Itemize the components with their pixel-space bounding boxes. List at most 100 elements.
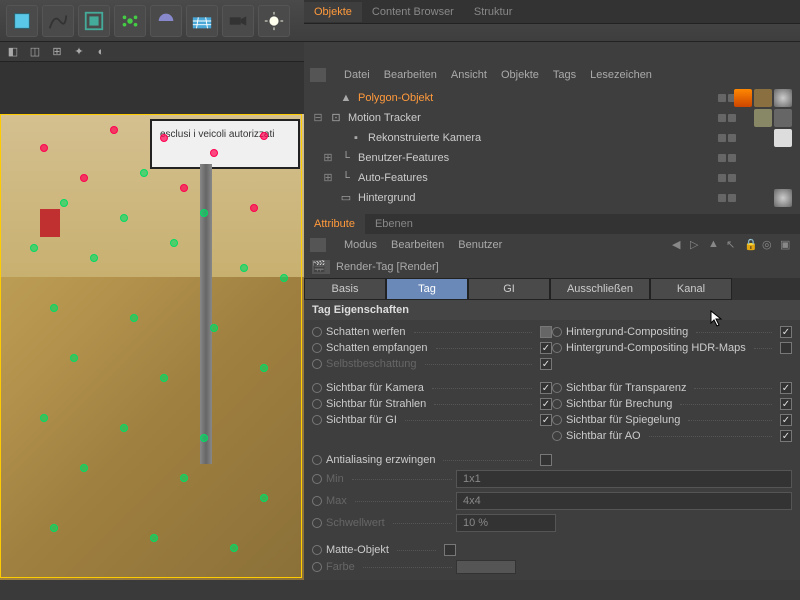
checkbox[interactable] <box>780 414 792 426</box>
view-icon[interactable]: ✦ <box>72 45 86 59</box>
lock-icon[interactable]: 🔒 <box>744 238 758 252</box>
tab-attribute[interactable]: Attribute <box>304 214 365 234</box>
expand-icon[interactable]: ⊞ <box>322 171 334 184</box>
checkbox[interactable] <box>540 454 552 466</box>
tag-icon[interactable] <box>774 109 792 127</box>
tag-icon[interactable] <box>774 89 792 107</box>
hierarchy-label[interactable]: Auto-Features <box>358 172 428 184</box>
menu-datei[interactable]: Datei <box>344 69 370 81</box>
tab-struktur[interactable]: Struktur <box>464 2 523 22</box>
menu-tags[interactable]: Tags <box>553 69 576 81</box>
hierarchy-item[interactable]: ⊟ ⊡ Motion Tracker <box>304 108 800 128</box>
checkbox[interactable] <box>444 544 456 556</box>
hierarchy-item[interactable]: ▭ Hintergrund <box>304 188 800 208</box>
nav-back-icon[interactable]: ◀ <box>672 238 686 252</box>
view-icon[interactable]: ◐ <box>94 45 108 59</box>
nav-fwd-icon[interactable]: ▷ <box>690 238 704 252</box>
menu-objekte[interactable]: Objekte <box>501 69 539 81</box>
radio-icon[interactable] <box>312 383 322 393</box>
hierarchy-label[interactable]: Motion Tracker <box>348 112 421 124</box>
radio-icon[interactable] <box>312 359 322 369</box>
radio-icon[interactable] <box>312 343 322 353</box>
tab-kanal[interactable]: Kanal <box>650 278 732 300</box>
tool-floor-icon[interactable] <box>186 5 218 37</box>
checkbox[interactable] <box>540 342 552 354</box>
tab-ausschliessen[interactable]: Ausschließen <box>550 278 650 300</box>
tool-boole-icon[interactable] <box>150 5 182 37</box>
checkbox[interactable] <box>540 414 552 426</box>
checkbox[interactable] <box>780 430 792 442</box>
max-icon[interactable]: ▣ <box>780 238 794 252</box>
radio-icon[interactable] <box>312 415 322 425</box>
radio-icon[interactable] <box>312 399 322 409</box>
view-icon[interactable]: ◧ <box>6 45 20 59</box>
hierarchy-item[interactable]: ⊞ └ Auto-Features <box>304 168 800 188</box>
tab-tag[interactable]: Tag <box>386 278 468 300</box>
color-swatch[interactable] <box>456 560 516 574</box>
menu-ansicht[interactable]: Ansicht <box>451 69 487 81</box>
tool-light-icon[interactable] <box>258 5 290 37</box>
tab-gi[interactable]: GI <box>468 278 550 300</box>
tag-icon[interactable] <box>774 129 792 147</box>
checkbox[interactable] <box>540 358 552 370</box>
tool-cube-icon[interactable] <box>6 5 38 37</box>
radio-icon[interactable] <box>312 545 322 555</box>
radio-icon[interactable] <box>552 383 562 393</box>
expand-icon[interactable]: ⊟ <box>312 111 324 124</box>
checkbox[interactable] <box>780 398 792 410</box>
tab-content-browser[interactable]: Content Browser <box>362 2 464 22</box>
hierarchy-item[interactable]: ▪ Rekonstruierte Kamera <box>304 128 800 148</box>
radio-icon[interactable] <box>552 399 562 409</box>
checkbox[interactable] <box>540 382 552 394</box>
menu-icon[interactable] <box>310 238 326 252</box>
tool-camera-icon[interactable] <box>222 5 254 37</box>
checkbox[interactable] <box>780 382 792 394</box>
min-select[interactable]: 1x1 <box>456 470 792 488</box>
menu-bearbeiten[interactable]: Bearbeiten <box>384 69 437 81</box>
nav-up-icon[interactable]: ▲ <box>708 238 722 252</box>
tool-spline-icon[interactable] <box>42 5 74 37</box>
radio-icon[interactable] <box>552 343 562 353</box>
checkbox[interactable] <box>780 342 792 354</box>
threshold-input[interactable]: 10 % <box>456 514 556 532</box>
checkbox[interactable] <box>540 398 552 410</box>
radio-icon[interactable] <box>312 474 322 484</box>
target-icon[interactable]: ◎ <box>762 238 776 252</box>
tab-basis[interactable]: Basis <box>304 278 386 300</box>
radio-icon[interactable] <box>312 518 322 528</box>
radio-icon[interactable] <box>312 496 322 506</box>
radio-icon[interactable] <box>552 415 562 425</box>
radio-icon[interactable] <box>552 327 562 337</box>
hierarchy-label[interactable]: Polygon-Objekt <box>358 92 433 104</box>
viewport-content[interactable]: esclusi i veicoli autorizzati <box>0 114 304 580</box>
nav-search-icon[interactable]: ↖ <box>726 238 740 252</box>
radio-icon[interactable] <box>552 431 562 441</box>
menu-lesezeichen[interactable]: Lesezeichen <box>590 69 652 81</box>
viewport[interactable]: ◧ ◫ ⊞ ✦ ◐ esclusi i veicoli autorizzati <box>0 42 304 580</box>
tag-icon[interactable] <box>774 189 792 207</box>
radio-icon[interactable] <box>312 455 322 465</box>
tab-ebenen[interactable]: Ebenen <box>365 214 423 234</box>
tag-icon[interactable] <box>734 89 752 107</box>
radio-icon[interactable] <box>312 327 322 337</box>
tab-objekte[interactable]: Objekte <box>304 2 362 22</box>
checkbox[interactable] <box>780 326 792 338</box>
hierarchy-item[interactable]: ▲ Polygon-Objekt <box>304 88 800 108</box>
menu-bearbeiten[interactable]: Bearbeiten <box>391 239 444 251</box>
menu-benutzer[interactable]: Benutzer <box>458 239 502 251</box>
hierarchy-item[interactable]: ⊞ └ Benutzer-Features <box>304 148 800 168</box>
checkbox[interactable] <box>540 326 552 338</box>
hierarchy-label[interactable]: Rekonstruierte Kamera <box>368 132 481 144</box>
tool-cloner-icon[interactable] <box>114 5 146 37</box>
view-icon[interactable]: ◫ <box>28 45 42 59</box>
max-select[interactable]: 4x4 <box>456 492 792 510</box>
hierarchy-label[interactable]: Hintergrund <box>358 192 415 204</box>
menu-icon[interactable] <box>310 68 326 82</box>
view-icon[interactable]: ⊞ <box>50 45 64 59</box>
tag-icon[interactable] <box>754 89 772 107</box>
tag-icon[interactable] <box>754 109 772 127</box>
menu-modus[interactable]: Modus <box>344 239 377 251</box>
tool-array-icon[interactable] <box>78 5 110 37</box>
radio-icon[interactable] <box>312 562 322 572</box>
hierarchy-label[interactable]: Benutzer-Features <box>358 152 449 164</box>
